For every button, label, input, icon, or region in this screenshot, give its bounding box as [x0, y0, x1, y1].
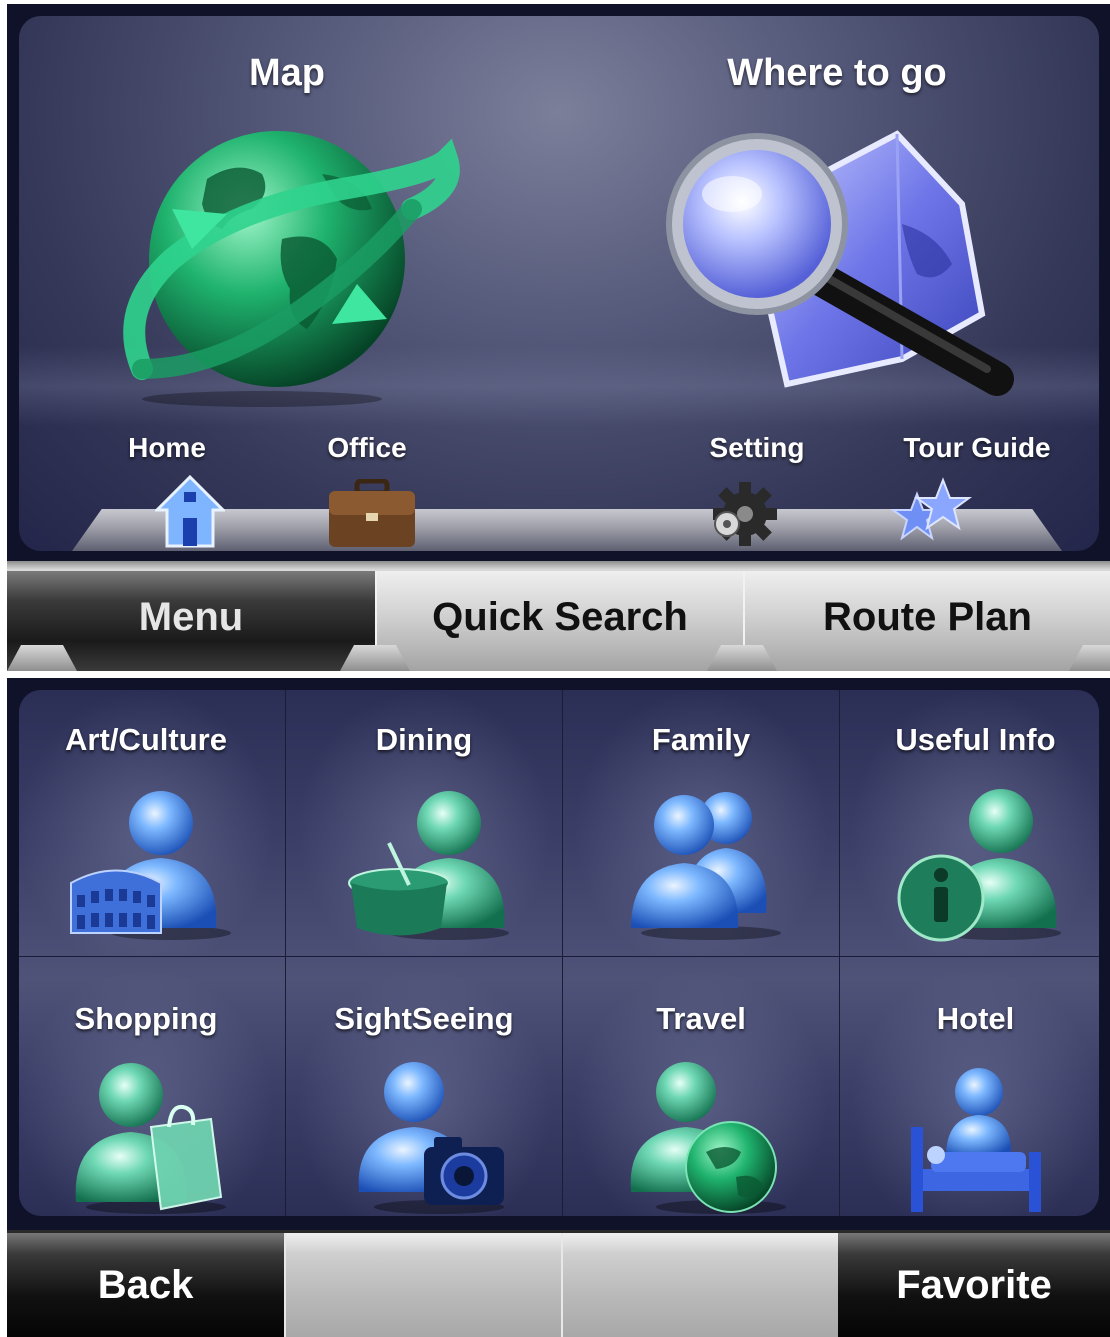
category-useful-info[interactable]: Useful Info — [840, 690, 1099, 957]
tour-guide-label: Tour Guide — [903, 432, 1051, 463]
category-art-culture[interactable]: Art/Culture — [19, 690, 286, 957]
dining-icon — [339, 783, 509, 948]
category-label: Travel — [656, 1001, 746, 1036]
globe-icon — [123, 131, 460, 407]
category-label: Shopping — [74, 1001, 218, 1036]
category-label: Useful Info — [895, 722, 1056, 757]
back-button[interactable]: Back — [7, 1233, 284, 1337]
travel-icon — [616, 1057, 786, 1216]
home-button[interactable] — [153, 474, 227, 554]
category-family[interactable]: Family — [563, 690, 840, 957]
home-label: Home — [128, 432, 206, 463]
map-button[interactable] — [112, 119, 462, 409]
gear-icon — [713, 482, 777, 546]
back-label: Back — [97, 1262, 194, 1307]
category-label: SightSeeing — [334, 1001, 514, 1036]
hotel-icon — [891, 1057, 1061, 1216]
tab-bar: Menu Quick Search Route Plan — [7, 561, 1110, 671]
setting-label: Setting — [709, 432, 805, 463]
tour-guide-button[interactable] — [887, 476, 977, 556]
where-to-go-button[interactable] — [652, 124, 1032, 414]
where-to-go-label: Where to go — [727, 52, 947, 94]
useful-info-icon — [891, 783, 1061, 948]
office-label: Office — [327, 432, 407, 463]
sightseeing-icon — [339, 1057, 509, 1216]
tab-menu-label: Menu — [138, 595, 244, 639]
category-label: Dining — [375, 722, 473, 757]
bottom-empty-slot-2 — [561, 1233, 838, 1337]
tab-quick-search-label: Quick Search — [432, 595, 688, 639]
tab-quick-search[interactable]: Quick Search — [375, 571, 743, 671]
tab-route-plan-label: Route Plan — [823, 595, 1032, 639]
favorite-label: Favorite — [896, 1262, 1052, 1307]
category-shopping[interactable]: Shopping — [19, 957, 286, 1216]
category-hotel[interactable]: Hotel — [840, 957, 1099, 1216]
category-sightseeing[interactable]: SightSeeing — [286, 957, 563, 1216]
category-label: Hotel — [936, 1001, 1015, 1036]
category-grid-panel: Art/Culture Dining Family Useful Info Sh… — [7, 678, 1110, 1230]
bottom-bar: Back Favorite — [7, 1230, 1110, 1337]
category-grid: Art/Culture Dining Family Useful Info Sh… — [19, 690, 1099, 1216]
briefcase-icon — [329, 478, 415, 547]
family-icon — [616, 783, 786, 948]
magnifier-map-icon — [666, 130, 1014, 396]
category-label: Family — [651, 722, 751, 757]
house-icon — [153, 474, 227, 548]
category-dining[interactable]: Dining — [286, 690, 563, 957]
category-travel[interactable]: Travel — [563, 957, 840, 1216]
setting-button[interactable] — [707, 476, 777, 551]
top-panel: Map Where to go Home Office Setting Tour… — [7, 4, 1110, 561]
map-label: Map — [249, 52, 325, 94]
bottom-empty-slot-1 — [284, 1233, 561, 1337]
favorite-button[interactable]: Favorite — [838, 1233, 1110, 1337]
shopping-icon — [61, 1057, 231, 1216]
stars-icon — [889, 477, 973, 541]
art-culture-icon — [61, 783, 231, 948]
office-button[interactable] — [327, 478, 417, 554]
tab-route-plan[interactable]: Route Plan — [743, 571, 1110, 671]
category-label: Art/Culture — [65, 722, 227, 757]
